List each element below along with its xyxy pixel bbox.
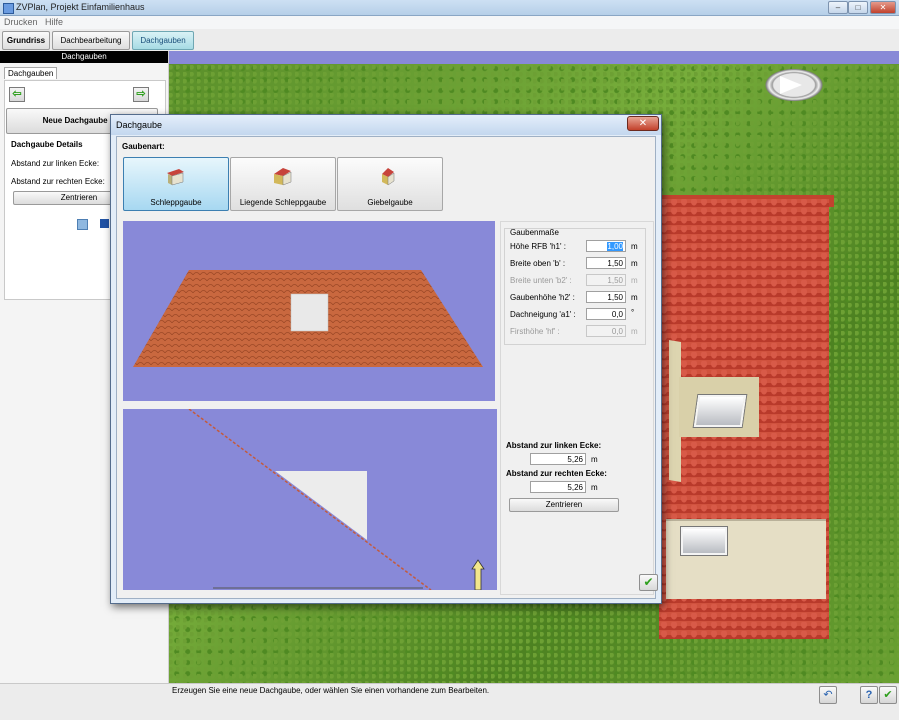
prev-button[interactable]: ⇦ bbox=[9, 87, 25, 102]
shed-dormer-icon bbox=[167, 169, 184, 186]
dialog-close-button[interactable]: ✕ bbox=[627, 116, 659, 131]
properties-frame bbox=[500, 221, 654, 595]
status-message: Erzeugen Sie eine neue Dachgaube, oder w… bbox=[172, 686, 490, 695]
minimize-button[interactable]: – bbox=[828, 1, 848, 14]
dormer-dialog: Dachgaube ✕ Gaubenart: Schleppgaube Lieg… bbox=[110, 114, 662, 604]
type-liegende-schleppgaube[interactable]: Liegende Schleppgaube bbox=[230, 157, 336, 211]
dialog-title-bar: Dachgaube ✕ bbox=[111, 115, 661, 135]
tab-dachgauben-small[interactable]: Dachgauben bbox=[4, 67, 58, 79]
type-giebelgaube[interactable]: Giebelgaube bbox=[337, 157, 443, 211]
tab-grundriss[interactable]: Grundriss bbox=[2, 31, 50, 50]
details-heading: Dachgaube Details bbox=[11, 140, 83, 149]
status-bar: Erzeugen Sie eine neue Dachgaube, oder w… bbox=[0, 683, 899, 720]
perspective-preview[interactable] bbox=[123, 221, 495, 401]
grid-icon[interactable] bbox=[100, 219, 109, 228]
wall-window bbox=[681, 527, 727, 555]
next-button[interactable]: ⇨ bbox=[133, 87, 149, 102]
tab-dachgauben[interactable]: Dachgauben bbox=[132, 31, 194, 50]
edit-icon[interactable] bbox=[77, 219, 88, 230]
menu-hilfe[interactable]: Hilfe bbox=[45, 17, 63, 27]
dialog-ok-button[interactable]: ✔ bbox=[639, 574, 658, 591]
sky bbox=[169, 51, 899, 64]
help-icon[interactable]: ? bbox=[860, 686, 878, 704]
type-schleppgaube[interactable]: Schleppgaube bbox=[123, 157, 229, 211]
type-label: Schleppgaube bbox=[150, 198, 202, 207]
type-label: Giebelgaube bbox=[367, 198, 413, 207]
left-distance-label: Abstand zur linken Ecke: bbox=[11, 159, 100, 168]
dormer-type-label: Gaubenart: bbox=[122, 142, 165, 151]
checkmark-icon[interactable]: ✔ bbox=[879, 686, 897, 704]
right-distance-label: Abstand zur rechten Ecke: bbox=[11, 177, 105, 186]
top-view-drawing bbox=[188, 409, 485, 590]
dialog-title: Dachgaube bbox=[116, 120, 163, 130]
checkmark-icon: ✔ bbox=[643, 575, 654, 589]
window-title: ZVPlan, Projekt Einfamilienhaus bbox=[16, 2, 145, 12]
roof-preview-drawing bbox=[133, 270, 483, 367]
close-button[interactable]: ✕ bbox=[870, 1, 896, 14]
lying-shed-dormer-icon bbox=[274, 168, 292, 186]
arrow-right-icon: ⇨ bbox=[136, 88, 146, 100]
undo-icon[interactable]: ↶ bbox=[819, 686, 837, 704]
dormer-window bbox=[693, 395, 747, 427]
navigation-compass[interactable] bbox=[762, 67, 826, 103]
tab-dachbearbeitung[interactable]: Dachbearbeitung bbox=[52, 31, 130, 50]
compass-arrow-icon bbox=[780, 76, 802, 94]
app-icon bbox=[3, 3, 14, 14]
type-label: Liegende Schleppgaube bbox=[239, 198, 327, 207]
dialog-body: Gaubenart: Schleppgaube Liegende Schlepp… bbox=[116, 136, 656, 599]
gable-dormer-icon bbox=[382, 168, 395, 186]
window-title-bar: ZVPlan, Projekt Einfamilienhaus – □ ✕ bbox=[0, 0, 899, 16]
menu-drucken[interactable]: Drucken bbox=[4, 17, 38, 27]
left-panel-header: Dachgauben bbox=[0, 51, 168, 63]
arrow-left-icon: ⇦ bbox=[12, 88, 22, 100]
maximize-button[interactable]: □ bbox=[848, 1, 868, 14]
top-view-preview[interactable] bbox=[123, 409, 497, 590]
menu-bar: Drucken Hilfe bbox=[0, 16, 899, 30]
main-tab-bar: Grundriss Dachbearbeitung Dachgauben bbox=[0, 29, 899, 52]
